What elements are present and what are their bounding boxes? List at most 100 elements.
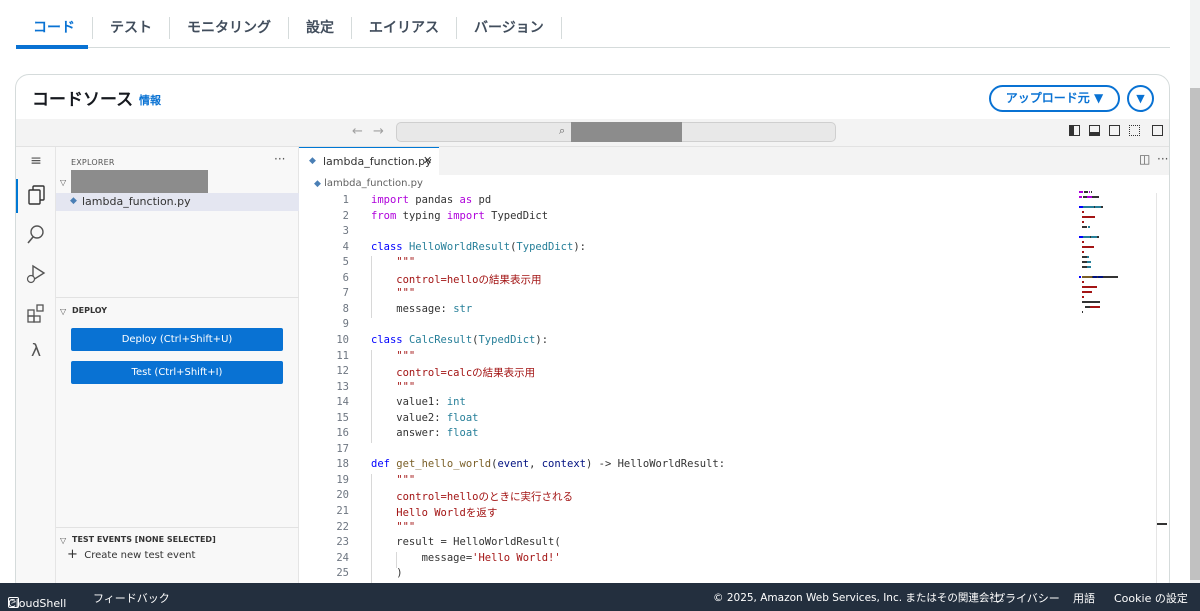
command-center-search[interactable]: ⌕ bbox=[396, 122, 836, 142]
line-number: 5 bbox=[342, 256, 349, 268]
menu-icon[interactable]: ≡ bbox=[16, 153, 56, 169]
code-token: TypedDict bbox=[484, 210, 549, 222]
info-link[interactable]: 情報 bbox=[139, 92, 161, 108]
line-number: 17 bbox=[336, 443, 349, 455]
code-token: ) -> HelloWorldResult: bbox=[585, 458, 726, 470]
line-number: 9 bbox=[342, 318, 349, 330]
minimap-line bbox=[1083, 236, 1091, 238]
panel-menu-button[interactable]: ▼ bbox=[1127, 85, 1154, 112]
code-token: typing bbox=[396, 210, 447, 222]
code-token: import bbox=[446, 210, 485, 222]
code-token: ): bbox=[573, 241, 586, 253]
code-token: value1: bbox=[371, 396, 447, 408]
deploy-button[interactable]: Deploy (Ctrl+Shift+U) bbox=[71, 328, 283, 351]
search-icon[interactable] bbox=[16, 224, 56, 250]
code-token: answer: bbox=[371, 427, 447, 439]
extensions-icon[interactable] bbox=[16, 302, 56, 328]
deploy-section-header[interactable]: DEPLOY bbox=[72, 306, 107, 315]
tab-versions[interactable]: バージョン bbox=[457, 16, 562, 39]
test-button[interactable]: Test (Ctrl+Shift+I) bbox=[71, 361, 283, 384]
code-line: value2: float bbox=[371, 412, 478, 424]
code-line: """ bbox=[371, 381, 415, 393]
toggle-secondary-sidebar-icon[interactable] bbox=[1109, 125, 1120, 136]
code-token: control=calcの結果表示用 bbox=[371, 367, 536, 379]
code-line: message: str bbox=[371, 303, 472, 315]
code-line: class HelloWorldResult(TypedDict): bbox=[371, 241, 586, 253]
minimap-line bbox=[1081, 311, 1083, 313]
minimap-line bbox=[1092, 196, 1099, 198]
line-number: 24 bbox=[336, 552, 349, 564]
code-line: ) bbox=[371, 567, 402, 579]
create-test-event-link[interactable]: + Create new test event bbox=[67, 547, 195, 562]
line-number: 25 bbox=[336, 567, 349, 579]
lambda-icon[interactable]: λ bbox=[16, 341, 56, 361]
code-token: ): bbox=[535, 334, 549, 346]
privacy-link[interactable]: プライバシー bbox=[994, 590, 1060, 606]
more-actions-icon[interactable]: ··· bbox=[274, 152, 285, 166]
tab-code[interactable]: コード bbox=[16, 16, 93, 39]
minimap-line bbox=[1081, 291, 1092, 293]
code-token: float bbox=[446, 427, 479, 439]
customize-layout-icon[interactable] bbox=[1129, 125, 1140, 136]
cookie-settings-link[interactable]: Cookie の設定 bbox=[1114, 590, 1188, 606]
code-token: pd bbox=[472, 194, 492, 206]
file-item[interactable]: ◆ lambda_function.py bbox=[56, 193, 299, 211]
code-line: answer: float bbox=[371, 427, 478, 439]
code-token: control=helloの結果表示用 bbox=[371, 274, 542, 286]
indent-guide bbox=[371, 474, 372, 583]
chevron-down-icon[interactable]: ▽ bbox=[60, 178, 66, 187]
toggle-panel-icon[interactable] bbox=[1089, 125, 1100, 136]
code-line: import pandas as pd bbox=[371, 194, 491, 206]
code-token: control=helloのときに実行される bbox=[371, 491, 573, 503]
breadcrumb-file: lambda_function.py bbox=[324, 178, 423, 189]
tab-settings[interactable]: 設定 bbox=[289, 16, 352, 39]
minimap-line bbox=[1081, 256, 1087, 258]
feedback-link[interactable]: フィードバック bbox=[93, 590, 170, 606]
maximize-icon[interactable] bbox=[1152, 125, 1163, 136]
minimap-line bbox=[1087, 261, 1091, 263]
chevron-down-icon[interactable]: ▽ bbox=[60, 307, 66, 316]
code-line: value1: int bbox=[371, 396, 466, 408]
code-token: """ bbox=[371, 287, 416, 299]
code-token: result = HelloWorldResult( bbox=[371, 536, 561, 548]
split-editor-icon[interactable]: ◫ bbox=[1139, 152, 1150, 166]
minimap-line bbox=[1079, 206, 1083, 208]
minimap-line bbox=[1081, 216, 1096, 218]
file-name: lambda_function.py bbox=[82, 195, 191, 208]
code-line: Hello Worldを返す bbox=[371, 505, 497, 520]
test-events-section-header[interactable]: TEST EVENTS [NONE SELECTED] bbox=[72, 535, 216, 544]
divider bbox=[56, 297, 299, 298]
back-arrow-icon[interactable]: ← bbox=[352, 124, 363, 139]
code-token: message= bbox=[371, 552, 473, 564]
tab-test[interactable]: テスト bbox=[93, 16, 170, 39]
create-event-label: Create new test event bbox=[84, 550, 196, 561]
minimap-line bbox=[1090, 191, 1093, 193]
upload-from-button[interactable]: アップロード元 ▼ bbox=[989, 85, 1120, 112]
close-icon[interactable]: ✕ bbox=[423, 154, 432, 167]
line-number: 6 bbox=[342, 272, 349, 284]
run-debug-icon[interactable] bbox=[16, 263, 56, 289]
copyright-text: © 2025, Amazon Web Services, Inc. またはその関… bbox=[713, 592, 1011, 604]
line-number: 13 bbox=[336, 381, 349, 393]
toggle-primary-sidebar-icon[interactable] bbox=[1069, 125, 1080, 136]
minimap-line bbox=[1081, 241, 1084, 243]
code-line: """ bbox=[371, 350, 415, 362]
activity-bar: ≡ λ bbox=[16, 147, 56, 587]
scrollbar-thumb[interactable] bbox=[1190, 88, 1200, 580]
tab-monitoring[interactable]: モニタリング bbox=[170, 16, 289, 39]
chevron-down-icon[interactable]: ▽ bbox=[60, 536, 66, 545]
more-actions-icon[interactable]: ··· bbox=[1157, 152, 1168, 166]
code-token: class bbox=[371, 241, 403, 253]
page-scrollbar[interactable] bbox=[1190, 0, 1200, 583]
breadcrumb[interactable]: ◆ lambda_function.py bbox=[314, 178, 423, 189]
minimap[interactable] bbox=[1079, 191, 1139, 321]
editor-tab[interactable]: ◆ lambda_function.py ✕ bbox=[299, 147, 439, 175]
explorer-icon[interactable] bbox=[16, 179, 56, 213]
forward-arrow-icon[interactable]: → bbox=[373, 124, 384, 139]
terms-link[interactable]: 用語 bbox=[1073, 590, 1095, 606]
code-token: TypedDict bbox=[478, 334, 536, 346]
line-number: 19 bbox=[336, 474, 349, 486]
code-line: control=helloの結果表示用 bbox=[371, 272, 541, 287]
code-token: pandas bbox=[408, 194, 460, 206]
tab-alias[interactable]: エイリアス bbox=[352, 16, 457, 39]
